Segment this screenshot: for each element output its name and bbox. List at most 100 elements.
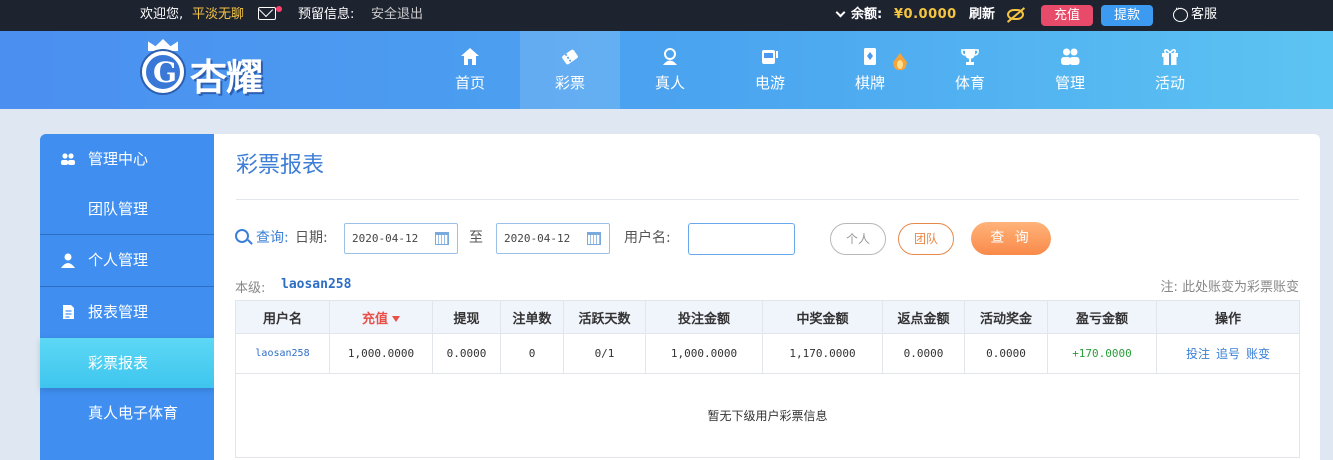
nav-lottery[interactable]: 彩票 [520,31,620,109]
nav-sports[interactable]: 体育 [920,31,1020,109]
col-header-active-days: 活跃天数 [563,300,646,334]
query-button[interactable]: 查 询 [971,222,1051,255]
level-label: 本级: [235,281,266,296]
slot-game-icon [762,50,778,64]
username-label: 用户名: [624,230,671,246]
query-label: 查询: [256,230,289,246]
users-icon [1061,48,1080,65]
col-header-label: 充值 [361,311,388,327]
report-icon [63,305,74,319]
sidebar-item-label: 团队管理 [88,200,149,218]
top-bar: 欢迎您, 平淡无聊 预留信息: 安全退出 余额: ¥0.0000 刷新 充值 提… [0,0,1333,31]
col-header-win-amount: 中奖金额 [762,300,883,334]
sidebar-item-label: 真人电子体育 [88,404,179,422]
date-from-value: 2020-04-12 [352,232,419,245]
chase-link[interactable]: 追号 [1216,347,1240,361]
sidebar-item-label: 管理中心 [88,150,149,168]
sidebar-item-personal-management[interactable]: 个人管理 [40,235,214,285]
withdraw-button[interactable]: 提款 [1101,5,1153,26]
cell-bet-amount: 1,000.0000 [645,333,763,374]
logo-text: 杏耀 [190,56,263,99]
gift-icon [1162,49,1178,65]
sidebar-item-label: 报表管理 [88,303,149,321]
sidebar-item-label: 个人管理 [88,251,149,269]
cell-active-days: 0/1 [563,333,646,374]
note-text: 注: 此处账变为彩票账变 [1160,280,1299,295]
hide-balance-icon[interactable] [1007,9,1024,20]
col-header-recharge[interactable]: 充值 [329,300,433,334]
nav-manage[interactable]: 管理 [1020,31,1120,109]
bet-link[interactable]: 投注 [1186,347,1210,361]
logout-link[interactable]: 安全退出 [371,7,423,23]
mail-icon[interactable] [258,7,276,20]
sidebar-item-report-management[interactable]: 报表管理 [40,287,214,337]
card-game-icon [864,48,876,65]
lottery-icon [562,49,578,65]
reserved-info-label[interactable]: 预留信息: [298,7,354,23]
cell-bonus: 0.0000 [964,333,1048,374]
cell-username[interactable]: laosan258 [235,333,330,374]
site-logo[interactable]: 杏耀 [140,37,290,103]
unread-dot [276,6,282,12]
col-header-orders: 注单数 [500,300,564,334]
search-icon [235,229,249,243]
nav-label: 管理 [1054,74,1085,92]
team-toggle-button[interactable]: 团队 [898,223,954,255]
date-label: 日期: [295,230,328,246]
username-input[interactable] [688,223,795,255]
date-to-input[interactable]: 2020-04-12 [496,223,610,254]
account-change-link[interactable]: 账变 [1246,347,1270,361]
title-divider [236,199,1299,200]
level-username[interactable]: laosan258 [281,277,351,292]
sidebar-item-lottery-report[interactable]: 彩票报表 [40,338,214,388]
team-icon [61,153,75,165]
date-from-input[interactable]: 2020-04-12 [344,223,458,254]
balance-label: 余额: [851,7,883,22]
crown-icon [148,39,178,51]
table-header-row: 用户名 充值 提现 注单数 活跃天数 投注金额 中奖金额 返点金额 活动奖金 盈… [235,300,1300,334]
cell-profit: +170.0000 [1047,333,1157,374]
col-header-profit: 盈亏金额 [1047,300,1157,334]
nav-home[interactable]: 首页 [420,31,520,109]
cell-orders: 0 [500,333,564,374]
nav-slots[interactable]: 电游 [720,31,820,109]
nav-label: 棋牌 [854,74,885,92]
logo-emblem [142,51,184,93]
date-to-value: 2020-04-12 [504,232,571,245]
nav-live[interactable]: 真人 [620,31,720,109]
customer-service-link[interactable]: 客服 [1191,7,1217,23]
username-link[interactable]: 平淡无聊 [192,7,244,23]
sidebar-item-team-management[interactable]: 团队管理 [40,184,214,234]
cell-rebate: 0.0000 [882,333,965,374]
calendar-icon[interactable] [587,232,601,245]
refresh-link[interactable]: 刷新 [969,7,995,23]
nav-label: 电游 [754,74,785,92]
recharge-button[interactable]: 充值 [1041,5,1093,26]
cell-recharge: 1,000.0000 [329,333,433,374]
cell-withdraw: 0.0000 [432,333,501,374]
nav-label: 彩票 [554,74,585,92]
live-dealer-icon [663,48,677,65]
nav-label: 首页 [454,74,485,92]
col-header-operations: 操作 [1156,300,1300,334]
page-title: 彩票报表 [236,153,325,178]
personal-toggle-button[interactable]: 个人 [830,223,886,255]
lottery-report-table: 用户名 充值 提现 注单数 活跃天数 投注金额 中奖金额 返点金额 活动奖金 盈… [235,300,1300,458]
trophy-icon [961,49,979,65]
col-header-rebate: 返点金额 [882,300,965,334]
col-header-bonus: 活动奖金 [964,300,1048,334]
sidebar-item-live-electronic-sports[interactable]: 真人电子体育 [40,388,214,438]
calendar-icon[interactable] [435,232,449,245]
nav-label: 真人 [654,74,685,92]
sidebar-item-management-center[interactable]: 管理中心 [40,134,214,184]
balance-value: ¥0.0000 [894,7,957,22]
date-range-separator: 至 [469,230,483,246]
chat-icon[interactable] [1173,4,1188,22]
empty-row: 暂无下级用户彩票信息 [235,373,1300,458]
nav-label: 活动 [1154,74,1185,92]
welcome-text: 欢迎您, [140,7,184,22]
cell-operations: 投注 追号 账变 [1156,333,1300,374]
nav-events[interactable]: 活动 [1120,31,1220,109]
chevron-down-icon[interactable] [835,7,846,18]
nav-cards[interactable]: 棋牌 [820,31,920,109]
